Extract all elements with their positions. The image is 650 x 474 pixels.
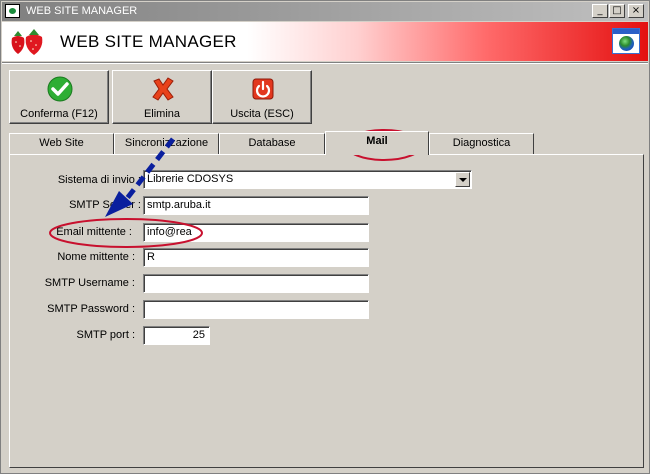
nome-mittente-input[interactable]: R [143, 248, 369, 267]
tab-sincronizzazione[interactable]: Sincronizzazione [114, 133, 219, 154]
tab-database[interactable]: Database [219, 133, 325, 154]
sistema-invio-value: Librerie CDOSYS [147, 173, 234, 185]
close-button[interactable]: × [628, 4, 644, 18]
nome-mittente-label: Nome mittente : [57, 251, 135, 263]
exit-button[interactable]: Uscita (ESC) [212, 70, 312, 124]
globe-icon [619, 36, 634, 51]
delete-button[interactable]: Elimina [112, 70, 212, 124]
green-check-icon [47, 76, 73, 102]
strawberry-logo-icon [11, 29, 43, 55]
exit-button-label: Uscita (ESC) [230, 108, 294, 120]
email-mittente-label: Email mittente : [56, 226, 132, 238]
red-x-icon [152, 77, 174, 101]
globe-window-icon [612, 28, 640, 54]
minimize-button[interactable]: _ [592, 4, 608, 18]
app-icon [5, 4, 20, 18]
header-divider [2, 62, 648, 64]
sistema-invio-select[interactable]: Librerie CDOSYS [143, 170, 472, 189]
smtp-username-input[interactable] [143, 274, 369, 293]
smtp-server-label: SMTP Server : [69, 199, 141, 211]
smtp-username-label: SMTP Username : [44, 277, 135, 289]
delete-button-label: Elimina [143, 108, 181, 120]
confirm-button-label: Conferma (F12) [20, 108, 98, 120]
power-exit-icon [252, 78, 274, 100]
app-window: WEB SITE MANAGER _ □ × WEB SITE MANAGER … [0, 0, 650, 474]
window-title: WEB SITE MANAGER [26, 5, 138, 17]
chevron-down-icon[interactable] [455, 172, 470, 187]
smtp-password-label: SMTP Password : [47, 303, 135, 315]
sistema-invio-label: Sistema di invio : [57, 174, 141, 186]
title-bar[interactable]: WEB SITE MANAGER _ □ × [2, 2, 648, 21]
confirm-button[interactable]: Conferma (F12) [9, 70, 109, 124]
smtp-server-input[interactable]: smtp.aruba.it [143, 196, 369, 215]
header-banner: WEB SITE MANAGER [2, 22, 648, 61]
smtp-password-input[interactable] [143, 300, 369, 319]
tab-mail[interactable]: Mail [325, 131, 429, 155]
banner-title: WEB SITE MANAGER [60, 32, 237, 51]
tab-web-site[interactable]: Web Site [9, 133, 114, 154]
smtp-port-label: SMTP port : [76, 329, 135, 341]
email-mittente-input[interactable]: info@rea [143, 223, 369, 242]
tab-diagnostica[interactable]: Diagnostica [429, 133, 534, 154]
smtp-port-input[interactable]: 25 [143, 326, 210, 345]
maximize-button[interactable]: □ [609, 4, 625, 18]
